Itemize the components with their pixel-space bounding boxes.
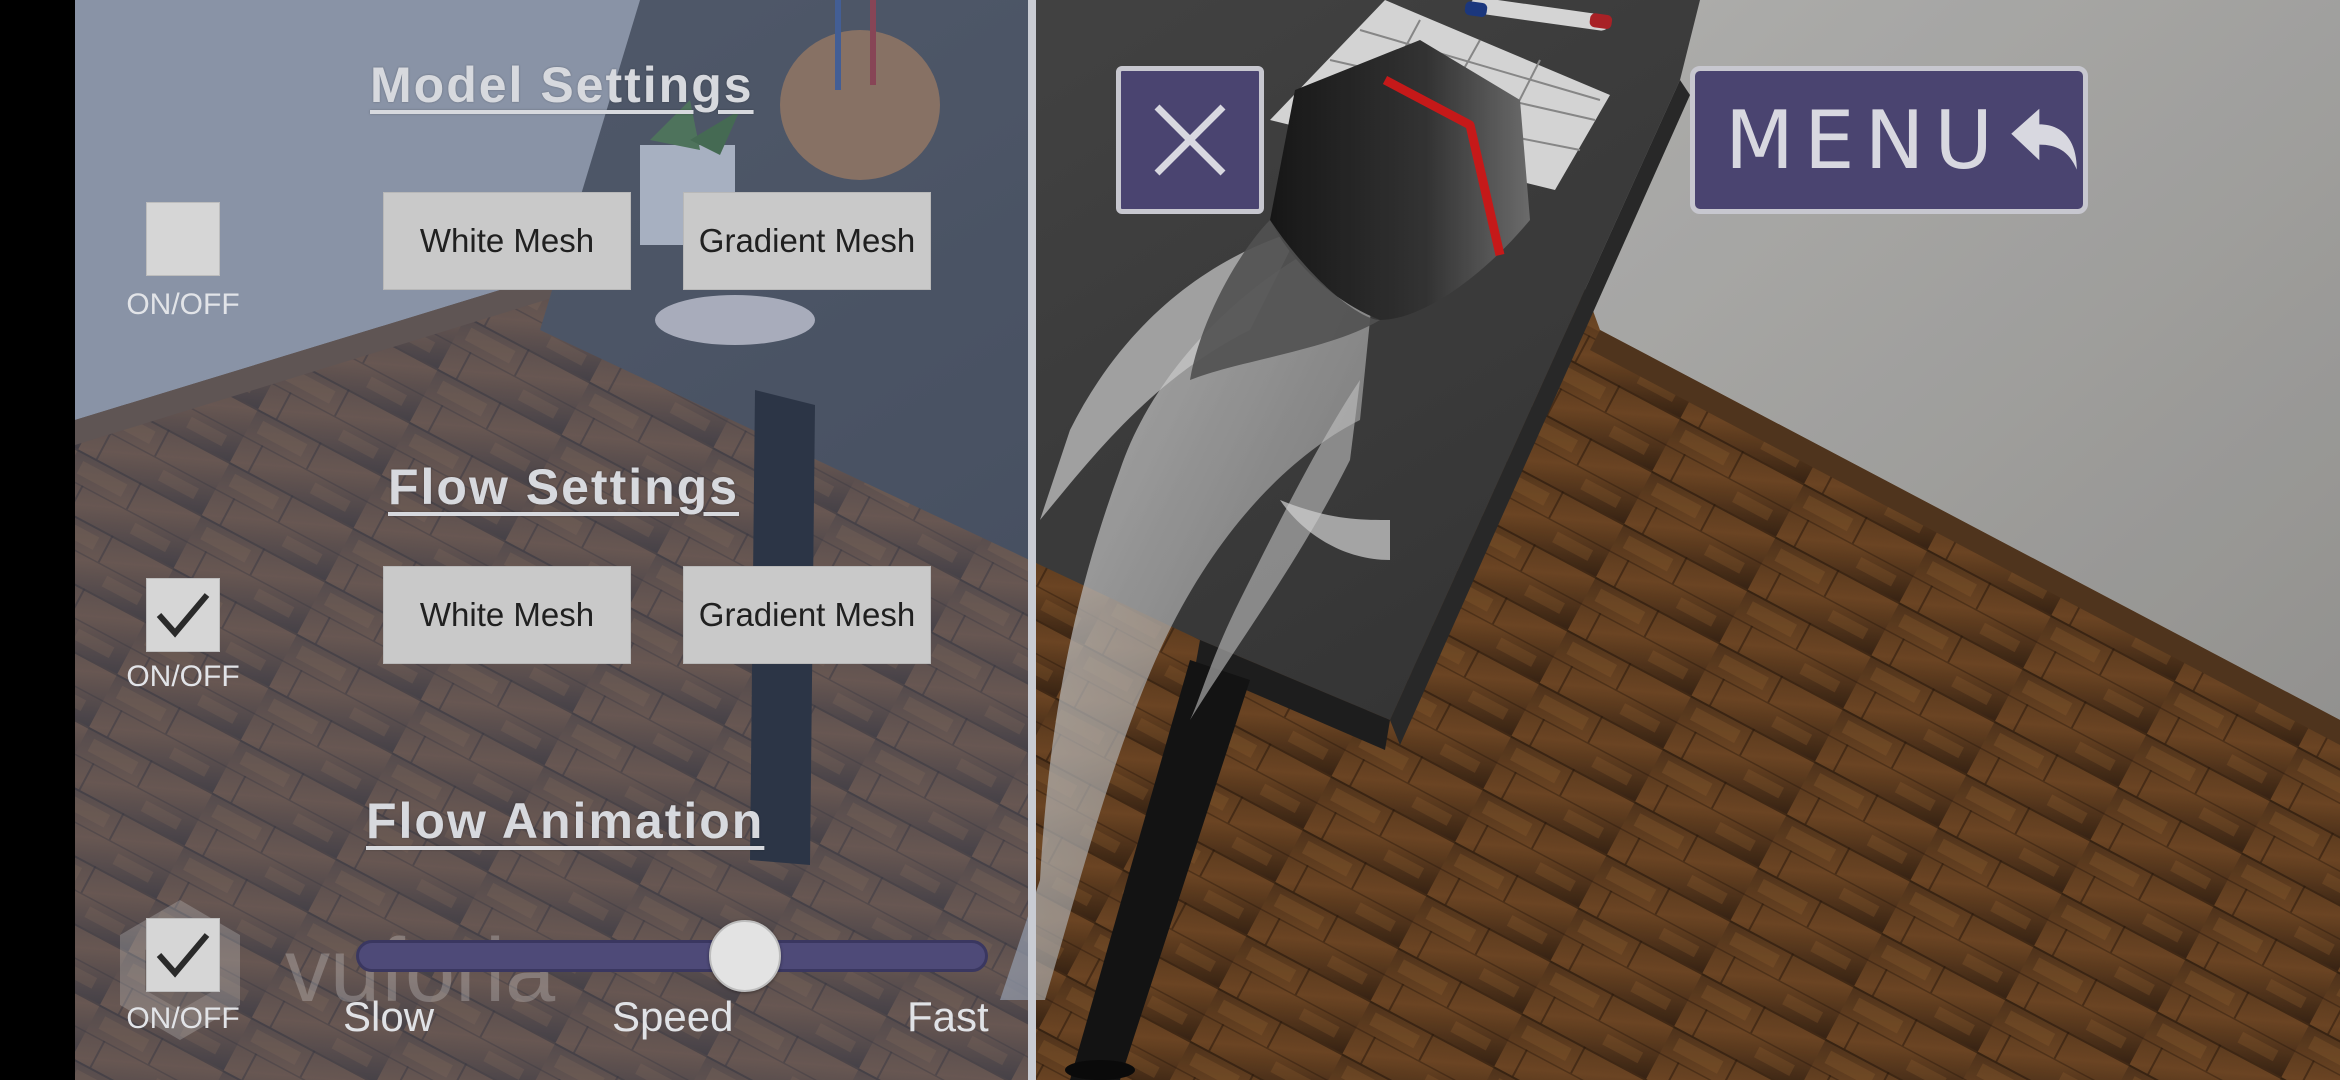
menu-button[interactable]: MENU xyxy=(1690,66,2088,214)
flow-toggle-checkbox[interactable] xyxy=(146,578,220,652)
slider-speed-label: Speed xyxy=(612,993,734,1040)
checkmark-icon xyxy=(156,593,210,638)
checkmark-icon xyxy=(156,933,210,978)
close-button[interactable] xyxy=(1116,66,1264,214)
model-toggle-checkbox[interactable] xyxy=(146,202,220,276)
animation-toggle-checkbox[interactable] xyxy=(146,918,220,992)
slider-slow-label: Slow xyxy=(343,993,435,1040)
speed-slider-track[interactable] xyxy=(356,940,988,972)
close-icon xyxy=(1154,104,1226,176)
model-toggle-label: ON/OFF xyxy=(126,288,240,321)
flow-gradient-mesh-button[interactable]: Gradient Mesh xyxy=(683,566,931,664)
flow-settings-title: Flow Settings xyxy=(388,459,739,515)
model-gradient-mesh-button[interactable]: Gradient Mesh xyxy=(683,192,931,290)
menu-button-label: MENU xyxy=(1725,93,2003,187)
model-white-mesh-button[interactable]: White Mesh xyxy=(383,192,631,290)
panel-divider xyxy=(1028,0,1036,1080)
animation-toggle-label: ON/OFF xyxy=(126,1002,240,1035)
speed-slider-thumb[interactable] xyxy=(708,920,781,992)
flow-white-mesh-button[interactable]: White Mesh xyxy=(383,566,631,664)
flow-animation-title: Flow Animation xyxy=(366,793,765,849)
slider-fast-label: Fast xyxy=(907,993,989,1040)
model-settings-title: Model Settings xyxy=(370,57,754,113)
flow-toggle-label: ON/OFF xyxy=(126,660,240,693)
back-arrow-icon xyxy=(2011,108,2077,170)
